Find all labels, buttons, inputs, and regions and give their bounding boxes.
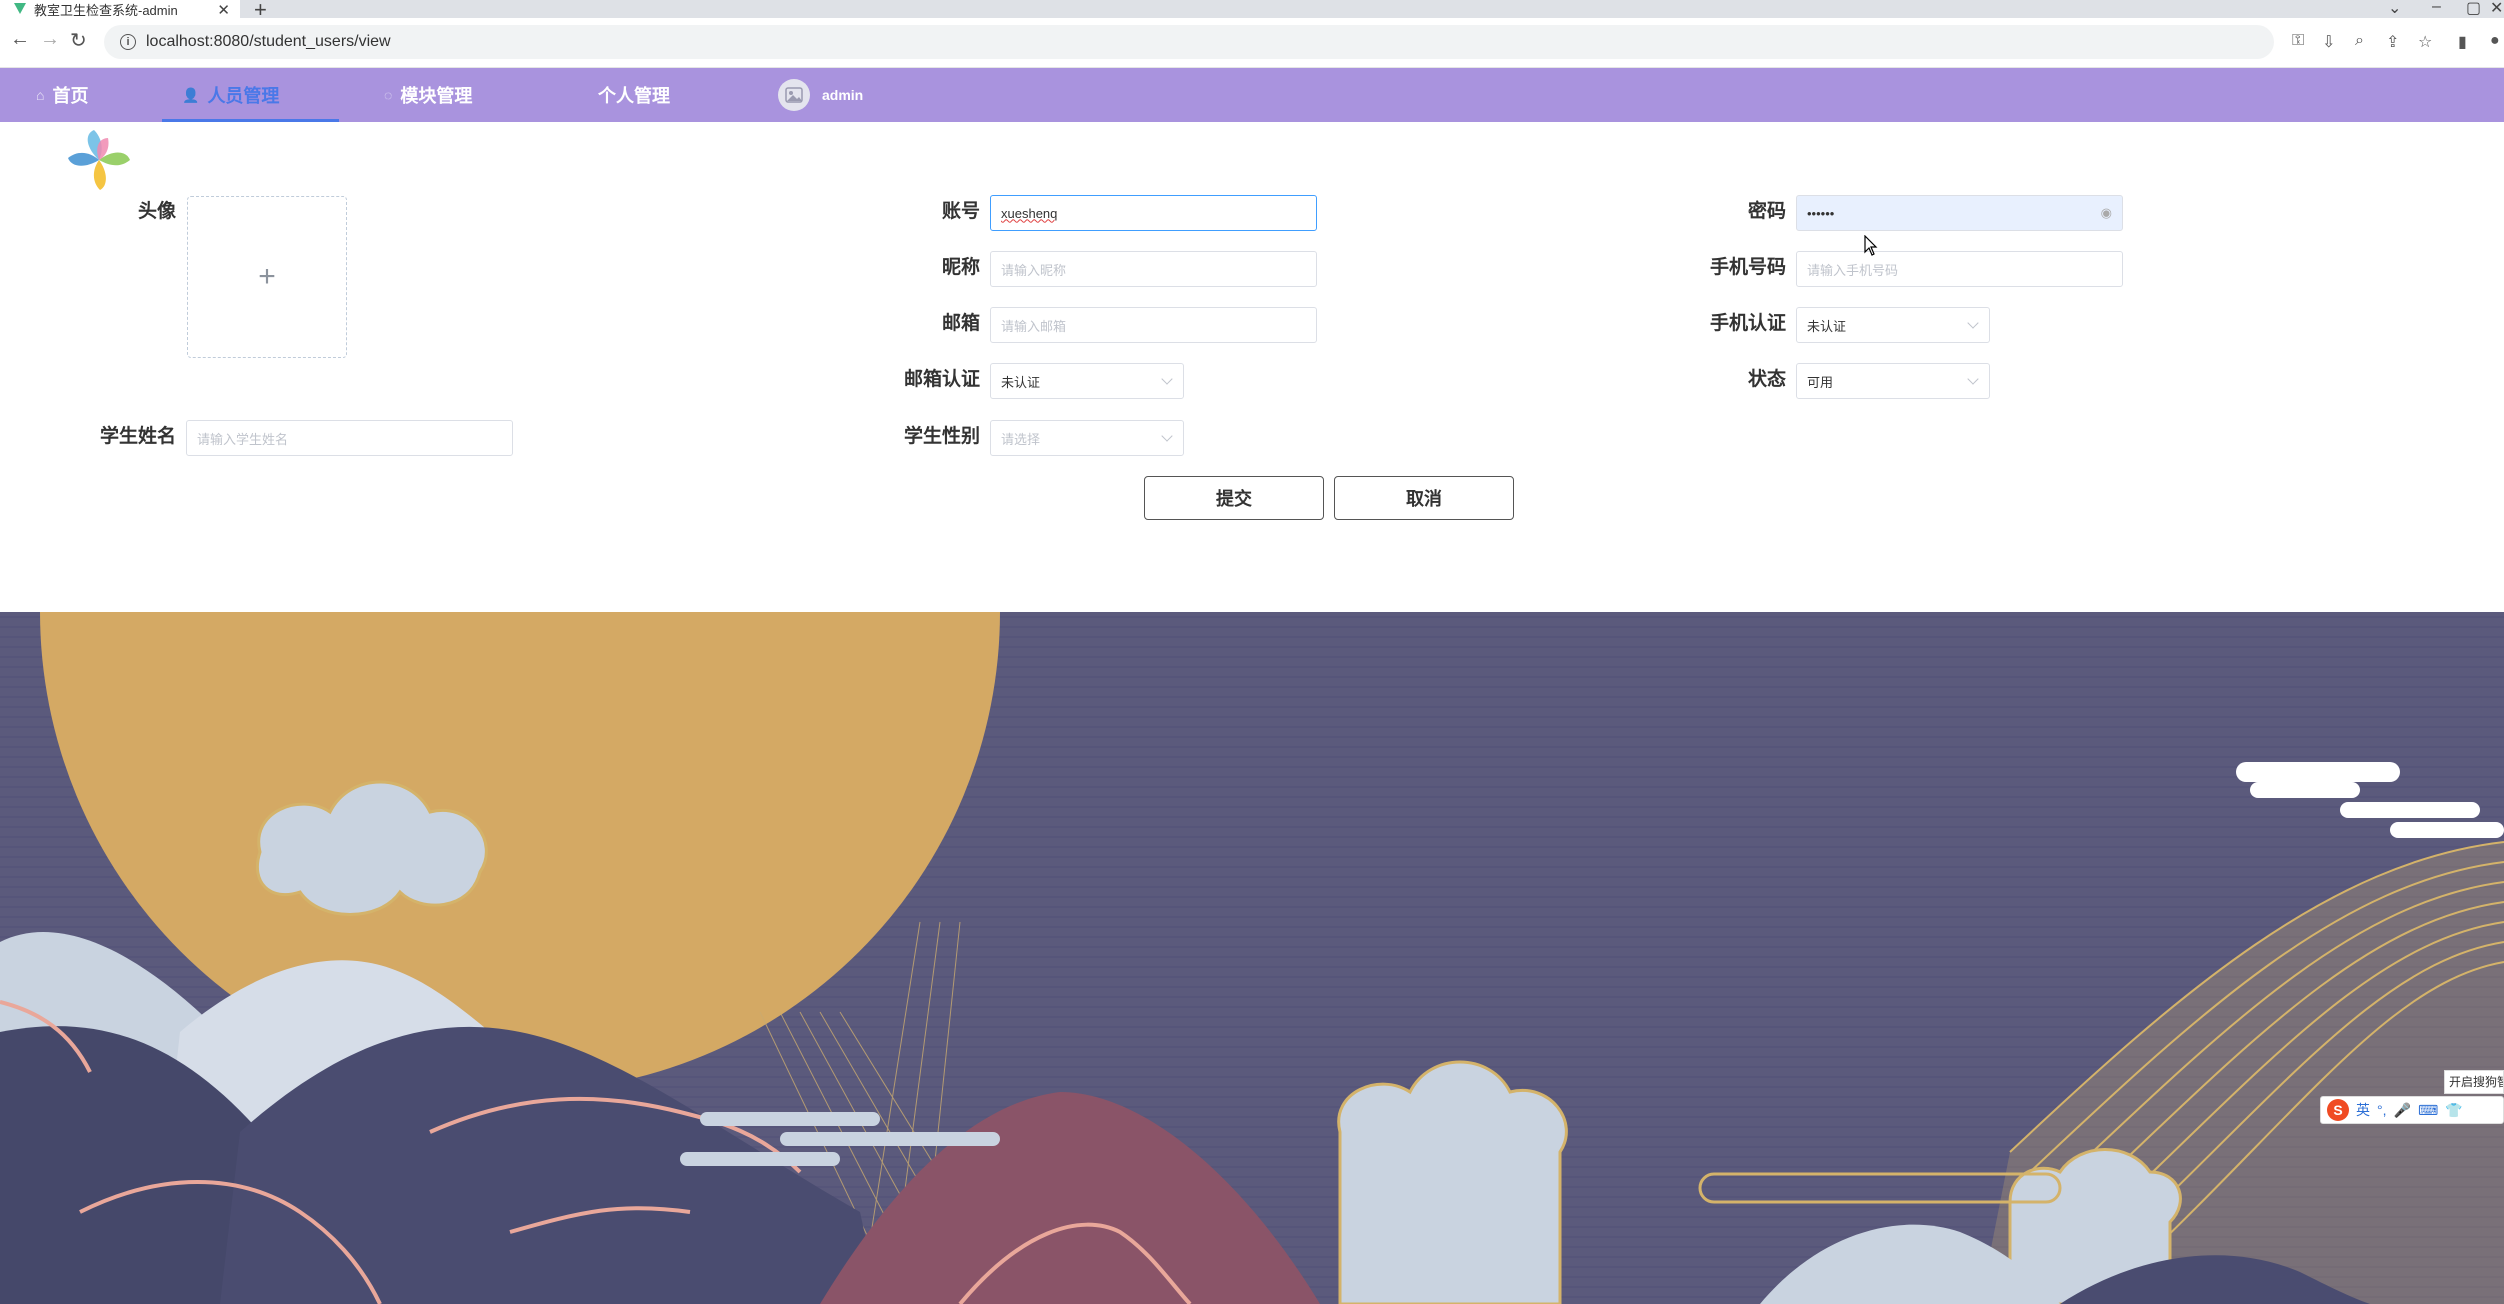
password-label: 密码 <box>1747 201 1786 222</box>
gender-label: 学生性别 <box>903 426 980 447</box>
pinwheel-logo-icon <box>68 130 130 190</box>
status-label: 状态 <box>1747 369 1786 390</box>
account-value: xueshenq <box>1001 205 1058 221</box>
ime-toolbar[interactable]: S 英 °, 🎤 ⌨ 👕 <box>2320 1096 2504 1124</box>
avatar-icon <box>778 79 810 111</box>
phone-label: 手机号码 <box>1709 257 1786 278</box>
forward-icon[interactable]: → <box>40 28 60 51</box>
share-icon[interactable]: ⇪ <box>2386 32 2399 52</box>
url-text: localhost:8080/student_users/view <box>146 33 391 50</box>
reload-icon[interactable]: ↻ <box>70 28 87 53</box>
url-field[interactable]: i localhost:8080/student_users/view <box>104 25 2274 59</box>
email-verify-label: 邮箱认证 <box>903 369 980 390</box>
phone-verify-value: 未认证 <box>1807 318 1847 334</box>
home-icon: ⌂ <box>36 87 45 103</box>
chevron-down-icon <box>1161 373 1173 385</box>
close-tab-icon[interactable]: ✕ <box>217 1 230 19</box>
zoom-icon[interactable]: ⌕ <box>2355 32 2364 50</box>
vue-logo-icon <box>14 3 26 15</box>
nickname-placeholder: 请输入昵称 <box>1001 262 1067 278</box>
sogou-logo-icon: S <box>2327 1099 2349 1121</box>
side-panel-icon[interactable]: ▮ <box>2458 32 2467 52</box>
submit-button[interactable]: 提交 <box>1144 476 1324 520</box>
nav-personal-label: 个人管理 <box>598 86 670 106</box>
status-value: 可用 <box>1807 374 1834 390</box>
student-name-placeholder: 请输入学生姓名 <box>197 431 289 447</box>
phone-placeholder: 请输入手机号码 <box>1807 262 1899 278</box>
microphone-icon[interactable]: 🎤 <box>2394 1102 2411 1119</box>
nav-personal[interactable]: 个人管理 <box>598 68 670 122</box>
ime-lang[interactable]: 英 <box>2356 1100 2370 1120</box>
close-window-icon[interactable]: ✕ <box>2490 0 2503 18</box>
background-illustration <box>0 612 2504 1304</box>
landscape-illustration <box>0 612 2504 1304</box>
bookmark-star-icon[interactable]: ☆ <box>2418 32 2432 52</box>
profile-icon[interactable]: ● <box>2490 32 2500 50</box>
account-input[interactable]: xueshenq <box>990 195 1317 231</box>
chat-icon: ◌ <box>384 87 393 103</box>
user-icon: 👤 <box>182 86 200 103</box>
nav-user[interactable]: admin <box>778 68 863 122</box>
nav-modules[interactable]: ◌ 模块管理 <box>384 68 472 122</box>
password-value: •••••• <box>1807 205 1835 221</box>
punctuation-icon[interactable]: °, <box>2377 1102 2387 1118</box>
gender-placeholder: 请选择 <box>1001 431 1041 447</box>
password-input[interactable]: •••••• ◉ <box>1796 195 2123 231</box>
key-icon[interactable]: ⚿ <box>2292 32 2304 50</box>
email-label: 邮箱 <box>941 313 980 334</box>
mouse-cursor-icon <box>1864 235 1878 256</box>
browser-tab-bar: 教室卫生检查系统-admin ✕ + ⌄ – ▢ ✕ <box>0 0 2504 22</box>
nickname-label: 昵称 <box>941 257 980 278</box>
tab-title: 教室卫生检查系统-admin <box>34 2 178 18</box>
eye-icon[interactable]: ◉ <box>2101 205 2112 221</box>
site-info-icon[interactable]: i <box>120 34 136 50</box>
chevron-down-icon <box>1967 317 1979 329</box>
avatar-label: 头像 <box>137 201 176 222</box>
top-navigation: ⌂ 首页 👤 人员管理 ◌ 模块管理 个人管理 admin <box>0 68 2504 122</box>
gender-select[interactable]: 请选择 <box>990 420 1184 456</box>
nav-personnel[interactable]: 👤 人员管理 <box>161 68 341 122</box>
cancel-button[interactable]: 取消 <box>1334 476 1514 520</box>
phone-verify-label: 手机认证 <box>1709 313 1786 334</box>
phone-verify-select[interactable]: 未认证 <box>1796 307 1990 343</box>
avatar-upload[interactable]: + <box>187 196 347 358</box>
skin-icon[interactable]: 👕 <box>2445 1102 2462 1119</box>
chevron-down-icon <box>1161 430 1173 442</box>
email-verify-value: 未认证 <box>1001 374 1041 390</box>
install-icon[interactable]: ⇩ <box>2322 32 2335 52</box>
maximize-icon[interactable]: ▢ <box>2466 0 2481 18</box>
nav-modules-label: 模块管理 <box>400 86 473 106</box>
plus-icon: + <box>258 260 276 293</box>
email-placeholder: 请输入邮箱 <box>1001 318 1067 334</box>
nav-personnel-label: 人员管理 <box>207 86 280 106</box>
chevron-down-icon <box>1967 373 1979 385</box>
status-select[interactable]: 可用 <box>1796 363 1990 399</box>
email-verify-select[interactable]: 未认证 <box>990 363 1184 399</box>
address-bar: ← → ↻ i localhost:8080/student_users/vie… <box>0 18 2504 68</box>
phone-input[interactable]: 请输入手机号码 <box>1796 251 2123 287</box>
ime-tooltip: 开启搜狗智 <box>2444 1070 2504 1094</box>
keyboard-icon[interactable]: ⌨ <box>2418 1102 2438 1119</box>
student-name-input[interactable]: 请输入学生姓名 <box>186 420 513 456</box>
email-input[interactable]: 请输入邮箱 <box>990 307 1317 343</box>
back-icon[interactable]: ← <box>10 28 30 51</box>
tab-search-icon[interactable]: ⌄ <box>2388 0 2401 18</box>
username: admin <box>822 87 864 103</box>
nav-home[interactable]: ⌂ 首页 <box>36 68 88 122</box>
minimize-icon[interactable]: – <box>2432 0 2441 16</box>
browser-tab[interactable]: 教室卫生检查系统-admin ✕ <box>0 0 240 19</box>
nickname-input[interactable]: 请输入昵称 <box>990 251 1317 287</box>
student-name-label: 学生姓名 <box>99 426 176 447</box>
account-label: 账号 <box>941 201 980 222</box>
nav-home-label: 首页 <box>52 86 89 106</box>
